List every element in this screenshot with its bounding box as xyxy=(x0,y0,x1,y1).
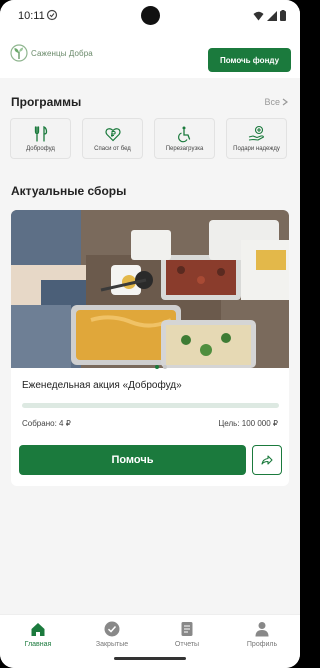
program-label: Перезагрузка xyxy=(165,145,204,152)
app-header: Саженцы Добра Помочь фонду xyxy=(0,32,300,78)
camera-cutout xyxy=(141,6,160,25)
program-save-from-trouble[interactable]: Спаси от бед xyxy=(82,118,143,159)
nav-home[interactable]: Главная xyxy=(8,621,68,648)
nav-closed[interactable]: Закрытые xyxy=(82,621,142,648)
fundraiser-card[interactable]: Еженедельная акция «Доброфуд» Собрано: 4… xyxy=(11,210,289,486)
fundraisers-title: Актуальные сборы xyxy=(11,184,127,198)
fundraiser-progress-bar xyxy=(22,403,279,408)
nav-label: Закрытые xyxy=(95,641,129,648)
battery-icon xyxy=(280,10,286,21)
programs-title: Программы xyxy=(11,95,82,109)
home-icon xyxy=(31,623,45,636)
check-circle-icon xyxy=(104,621,120,637)
help-fund-button[interactable]: Помочь фонду xyxy=(208,48,291,72)
document-icon xyxy=(181,622,193,636)
status-time: 10:11 xyxy=(18,10,45,22)
all-programs-label: Все xyxy=(264,97,280,107)
programs-list: Доброфуд Спаси от бед Перезагрузка Подар… xyxy=(10,118,287,159)
gesture-bar xyxy=(114,657,186,660)
sapling-logo-icon xyxy=(10,44,28,62)
chevron-right-icon xyxy=(282,98,288,106)
app-screen: 10:11 Саженцы Добра Помочь фонду Програм… xyxy=(0,0,300,668)
logo-text: Саженцы Добра xyxy=(31,48,93,58)
nav-label: Профиль xyxy=(246,641,278,648)
system-icons xyxy=(253,10,286,21)
program-give-hope[interactable]: Подари надежду xyxy=(226,118,287,159)
person-icon xyxy=(255,622,269,637)
fundraiser-title: Еженедельная акция «Доброфуд» xyxy=(22,380,182,391)
carousel-dots xyxy=(155,365,167,369)
all-programs-link[interactable]: Все xyxy=(264,97,288,107)
program-label: Спаси от бед xyxy=(94,145,131,152)
goal-amount: Цель: 100 000 ₽ xyxy=(218,419,278,428)
program-label: Доброфуд xyxy=(26,145,55,152)
share-button[interactable] xyxy=(252,445,282,475)
program-reboot[interactable]: Перезагрузка xyxy=(154,118,215,159)
logo[interactable]: Саженцы Добра xyxy=(10,44,93,62)
nav-label: Отчеты xyxy=(174,641,200,648)
nav-reports[interactable]: Отчеты xyxy=(157,621,217,648)
status-bar: 10:11 xyxy=(0,0,300,32)
collected-amount: Собрано: 4 ₽ xyxy=(22,419,71,428)
help-button[interactable]: Помочь xyxy=(19,445,246,475)
heart-ruble-icon xyxy=(104,127,121,141)
carousel-dot-active[interactable] xyxy=(155,365,159,369)
carousel-dot[interactable] xyxy=(163,365,167,369)
sync-icon xyxy=(46,9,58,21)
program-label: Подари надежду xyxy=(233,145,280,152)
nav-profile[interactable]: Профиль xyxy=(232,621,292,648)
signal-icon xyxy=(267,10,277,21)
wifi-icon xyxy=(253,11,264,20)
hand-plus-icon xyxy=(248,125,264,141)
share-icon xyxy=(261,455,273,465)
wheelchair-icon xyxy=(177,126,190,142)
fundraiser-photo[interactable] xyxy=(11,210,289,368)
nav-label: Главная xyxy=(24,641,52,648)
utensils-icon xyxy=(34,125,47,142)
program-dobrofud[interactable]: Доброфуд xyxy=(10,118,71,159)
